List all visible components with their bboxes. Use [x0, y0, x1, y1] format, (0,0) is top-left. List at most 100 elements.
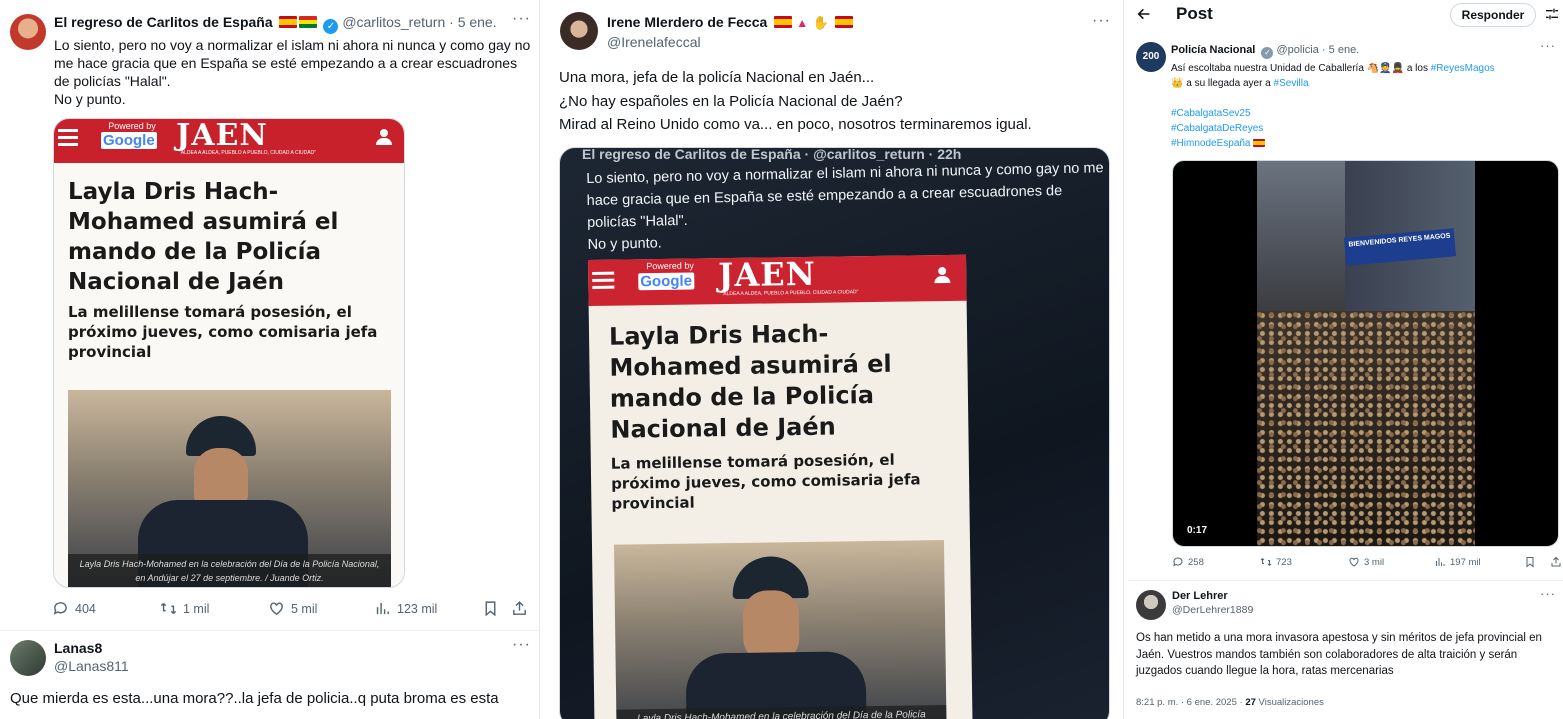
google-logo: Google — [638, 272, 695, 291]
more-options-icon[interactable]: ··· — [1540, 38, 1556, 53]
spain-flag-icon — [1252, 139, 1265, 147]
retweet-count: 1 mil — [183, 601, 210, 616]
powered-by-label: Powered by — [108, 121, 156, 131]
views-action[interactable]: 197 mil — [1434, 556, 1524, 568]
article-subhead: La melillense tomará posesión, el próxim… — [610, 450, 921, 513]
reply-more-options-icon[interactable]: ··· — [512, 636, 531, 654]
article-image-card[interactable]: Powered by Google JAEN "ALDEA A ALDEA, P… — [53, 118, 405, 588]
divider — [0, 630, 539, 631]
verified-badge-icon: ✓ — [1261, 47, 1274, 59]
tweet-time[interactable]: 5 ene. — [458, 14, 497, 30]
spain-flag-icon — [278, 16, 297, 28]
screenshot-photo[interactable]: El regreso de Carlitos de España · @carl… — [559, 147, 1110, 719]
reply-count: 258 — [1188, 556, 1204, 568]
carlitos-avatar[interactable] — [10, 14, 46, 50]
divider — [1128, 580, 1563, 581]
like-action[interactable]: 5 mil — [268, 600, 374, 617]
officer-photo: Layla Dris Hach-Mohamed en la celebració… — [68, 390, 391, 587]
video-timestamp: 0:17 — [1187, 525, 1208, 536]
tweet-text: Lo siento, pero no voy a normalizar el i… — [54, 37, 531, 107]
back-arrow-icon[interactable] — [1136, 6, 1152, 22]
lanas8-avatar[interactable] — [10, 640, 46, 676]
reply-views-count: 27 — [1245, 697, 1256, 708]
hashtag-cabalgatasev25[interactable]: #CabalgataSev25 — [1171, 108, 1251, 119]
views-count: 197 mil — [1450, 556, 1481, 568]
reply-author-handle[interactable]: @Lanas811 — [54, 658, 129, 674]
reply-icon — [53, 602, 67, 615]
avatar-label: 200 — [1142, 51, 1160, 62]
author-handle[interactable]: @carlitos_return — [342, 14, 445, 30]
more-options-icon[interactable]: ··· — [512, 10, 531, 28]
jaen-slogan: "ALDEA A ALDEA, PUEBLO A PUEBLO, CIUDAD … — [721, 289, 859, 298]
reply-author-name[interactable]: Der Lehrer — [1172, 590, 1228, 602]
tweet-text: Así escoltaba nuestra Unidad de Caballer… — [1171, 61, 1556, 151]
author-name[interactable]: Policía Nacional — [1171, 44, 1255, 56]
share-icon[interactable] — [511, 600, 528, 617]
share-icon[interactable] — [1550, 556, 1562, 568]
horse-emoji-icon: 🐴 — [1366, 63, 1380, 74]
views-action[interactable]: 123 mil — [374, 600, 482, 617]
reply-icon — [1173, 557, 1183, 567]
tweet-actions: 404 1 mil 5 mil 123 mil — [52, 600, 530, 617]
reply-author-name[interactable]: Lanas8 — [54, 640, 102, 656]
retweet-icon — [160, 603, 177, 614]
settings-sliders-icon[interactable] — [1544, 6, 1560, 22]
reply-author-handle[interactable]: @DerLehrer1889 — [1172, 604, 1253, 616]
photo-tweet-text: Lo siento, pero no voy a normalizar el i… — [586, 160, 1104, 253]
crowd — [1257, 311, 1475, 546]
derlehrer-avatar[interactable] — [1136, 590, 1166, 620]
jaen-header-bar: Powered by Google JAEN "ALDEA A ALDEA, P… — [588, 254, 967, 306]
author-name[interactable]: Irene MIerdero de Fecca — [607, 14, 767, 30]
author-handle[interactable]: @policia — [1277, 44, 1319, 56]
crown-emoji-icon: 👑 — [1171, 78, 1184, 89]
police-emoji-icon: 👮 — [1379, 63, 1392, 74]
views-chart-icon — [376, 602, 389, 615]
reply-action[interactable]: 258 — [1172, 556, 1260, 568]
bookmark-icon[interactable] — [482, 600, 499, 617]
like-action[interactable]: 3 mil — [1348, 556, 1434, 568]
raised-hand-icon: ✋ — [812, 15, 829, 30]
hashtag-reyesmagos[interactable]: #ReyesMagos — [1431, 63, 1495, 74]
irene-avatar[interactable] — [560, 12, 598, 50]
tweet-header: Irene MIerdero de Fecca ▲ ✋ — [607, 14, 854, 32]
jaen-logo: JAEN — [717, 254, 817, 295]
article-headline: Layla Dris Hach-Mohamed asumirá el mando… — [608, 319, 892, 444]
reply-timestamp[interactable]: 8:21 p. m. · 6 ene. 2025 · — [1136, 697, 1243, 708]
author-name[interactable]: El regreso de Carlitos de España — [54, 14, 273, 30]
hashtag-himnodeespana[interactable]: #HimnodeEspaña — [1171, 138, 1251, 149]
google-logo: Google — [101, 132, 157, 149]
video-frame: BIENVENIDOS REYES MAGOS — [1257, 161, 1475, 546]
hashtag-sevilla[interactable]: #Sevilla — [1274, 78, 1309, 89]
middle-tweet-panel: Irene MIerdero de Fecca ▲ ✋ @Irenelafecc… — [544, 0, 1124, 719]
reply-action[interactable]: 404 — [52, 600, 160, 617]
heart-icon — [270, 602, 283, 616]
article-subhead: La melillense tomará posesión, el próxim… — [68, 303, 378, 361]
officer-photo: Layla Dris Hach-Mohamed en la celebració… — [613, 540, 947, 719]
reply-button[interactable]: Responder — [1450, 3, 1536, 27]
tweet-header: Policía Nacional ✓ @policia · 5 ene. — [1171, 44, 1359, 59]
photo-tweet-header: El regreso de Carlitos de España · @carl… — [582, 147, 962, 162]
more-options-icon[interactable]: ··· — [1092, 12, 1111, 30]
video-player[interactable]: BIENVENIDOS REYES MAGOS 0:17 — [1172, 160, 1559, 547]
reply-meta: 8:21 p. m. · 6 ene. 2025 · 27 Visualizac… — [1136, 697, 1324, 708]
red-triangle-icon: ▲ — [796, 16, 809, 30]
bookmark-icon[interactable] — [1524, 556, 1536, 568]
author-handle[interactable]: @Irenelafeccal — [607, 34, 701, 50]
tweet-time[interactable]: 5 ene. — [1329, 44, 1360, 56]
jaen-header-bar: Powered by Google JAEN "ALDEA A ALDEA, P… — [54, 119, 404, 163]
retweet-action[interactable]: 723 — [1260, 556, 1348, 568]
hashtag-cabalgatadereyes[interactable]: #CabalgataDeReyes — [1171, 123, 1263, 134]
tweet-text-part-1: Así escoltaba nuestra Unidad de Caballer… — [1171, 63, 1364, 74]
retweet-action[interactable]: 1 mil — [160, 600, 268, 617]
post-detail-panel: Post Responder 200 Policía Nacional ✓ @p… — [1128, 0, 1563, 719]
reply-views-label: Visualizaciones — [1258, 697, 1324, 708]
reply-count: 404 — [75, 601, 96, 616]
hamburger-menu-icon — [58, 129, 78, 150]
reply-more-options-icon[interactable]: ··· — [1540, 586, 1556, 601]
spain-flag-icon — [773, 16, 792, 28]
guard-emoji-icon: 💂 — [1391, 63, 1405, 74]
tweet-text: Una mora, jefa de la policía Nacional en… — [559, 69, 1032, 133]
like-count: 5 mil — [291, 601, 318, 616]
heart-icon — [1349, 557, 1359, 567]
policia-avatar[interactable]: 200 — [1136, 42, 1166, 72]
